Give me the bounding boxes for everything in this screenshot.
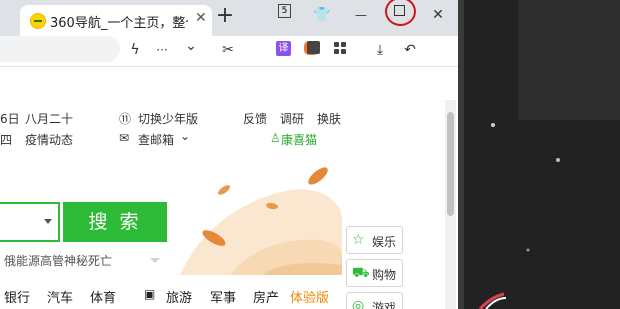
survey-link[interactable]: 调研 bbox=[280, 110, 304, 127]
tab-close-icon[interactable]: ✕ bbox=[195, 10, 207, 26]
search-button[interactable]: 搜 索 bbox=[63, 202, 167, 242]
bolt-icon[interactable]: ϟ bbox=[127, 40, 143, 60]
hot-search-hint[interactable]: 俄能源高管神秘死亡 bbox=[4, 252, 112, 269]
toolbar: ϟ ··· ⌄ ✂ ⤓ ↶ bbox=[0, 36, 458, 67]
download-icon[interactable]: ⤓ bbox=[370, 40, 390, 60]
date-text: 6日 bbox=[0, 112, 20, 126]
weekday-text: 四 bbox=[0, 133, 13, 147]
reader-icon[interactable] bbox=[307, 41, 320, 54]
new-tab-button[interactable]: + bbox=[215, 5, 235, 28]
apps-grid-icon[interactable] bbox=[334, 42, 347, 55]
night-photo-decoration bbox=[458, 0, 620, 309]
user-link[interactable]: 康喜猫 bbox=[281, 131, 317, 148]
kids-mode-icon: ⑪ bbox=[119, 112, 132, 126]
scrollbar-thumb[interactable] bbox=[447, 112, 454, 216]
user-icon: ♙ bbox=[270, 131, 281, 145]
browser-window: 360导航_一个主页，整个世界 ✕ + 5 👕 — ✕ ϟ ··· ⌄ ✂ ⤓ … bbox=[0, 0, 458, 309]
kids-mode-link[interactable]: 切换少年版 bbox=[138, 110, 198, 127]
feedback-link[interactable]: 反馈 bbox=[243, 110, 267, 127]
side-entertainment-button[interactable]: ☆ 娱乐 bbox=[346, 226, 403, 254]
mail-icon: ✉ bbox=[119, 131, 130, 145]
gamepad-icon: ◎ bbox=[352, 298, 365, 309]
desktop-background-photo bbox=[458, 0, 620, 309]
minimize-button[interactable]: — bbox=[350, 4, 372, 26]
side-shopping-button[interactable]: ⛟ 购物 bbox=[346, 259, 403, 287]
chevron-down-icon[interactable]: ⌄ bbox=[183, 36, 199, 56]
nav-military[interactable]: 军事 bbox=[210, 287, 236, 306]
nav-beta[interactable]: 体验版 bbox=[290, 287, 329, 306]
more-icon[interactable]: ··· bbox=[152, 40, 172, 60]
nav-sports[interactable]: 体育 bbox=[90, 287, 116, 306]
skin-link[interactable]: 换肤 bbox=[317, 110, 341, 127]
email-link[interactable]: 查邮箱 bbox=[138, 131, 174, 148]
tab-360-nav[interactable]: 360导航_一个主页，整个世界 ✕ bbox=[20, 5, 212, 36]
translate-icon[interactable]: 译 bbox=[276, 41, 291, 56]
travel-icon: ▣ bbox=[144, 287, 156, 301]
side-games-button[interactable]: ◎ 游戏 bbox=[346, 292, 403, 309]
nav-realestate[interactable]: 房产 bbox=[253, 287, 279, 306]
shirt-skin-icon[interactable]: 👕 bbox=[311, 4, 333, 26]
cart-icon: ⛟ bbox=[352, 265, 370, 281]
email-chevron-icon[interactable]: ⌄ bbox=[180, 129, 190, 143]
search-engine-dropdown-icon[interactable] bbox=[44, 219, 52, 224]
nav-bank[interactable]: 银行 bbox=[4, 287, 30, 306]
title-bar: 360导航_一个主页，整个世界 ✕ + 5 👕 — ✕ bbox=[0, 0, 458, 36]
nav-auto[interactable]: 汽车 bbox=[47, 287, 73, 306]
close-window-button[interactable]: ✕ bbox=[427, 4, 449, 26]
address-bar[interactable] bbox=[0, 36, 120, 62]
page-scrollbar[interactable] bbox=[445, 100, 456, 309]
tab-title: 360导航_一个主页，整个世界 bbox=[50, 16, 188, 31]
star-icon: ☆ bbox=[352, 232, 365, 248]
epidemic-link[interactable]: 疫情动态 bbox=[25, 131, 73, 148]
undo-icon[interactable]: ↶ bbox=[400, 40, 420, 60]
tab-count-icon[interactable]: 5 bbox=[278, 4, 291, 18]
nav-travel[interactable]: 旅游 bbox=[166, 287, 192, 306]
360-favicon-icon bbox=[30, 13, 46, 29]
maximize-button[interactable] bbox=[394, 5, 405, 16]
scissors-icon[interactable]: ✂ bbox=[220, 40, 236, 60]
lunar-date: 八月二十 bbox=[25, 112, 74, 126]
